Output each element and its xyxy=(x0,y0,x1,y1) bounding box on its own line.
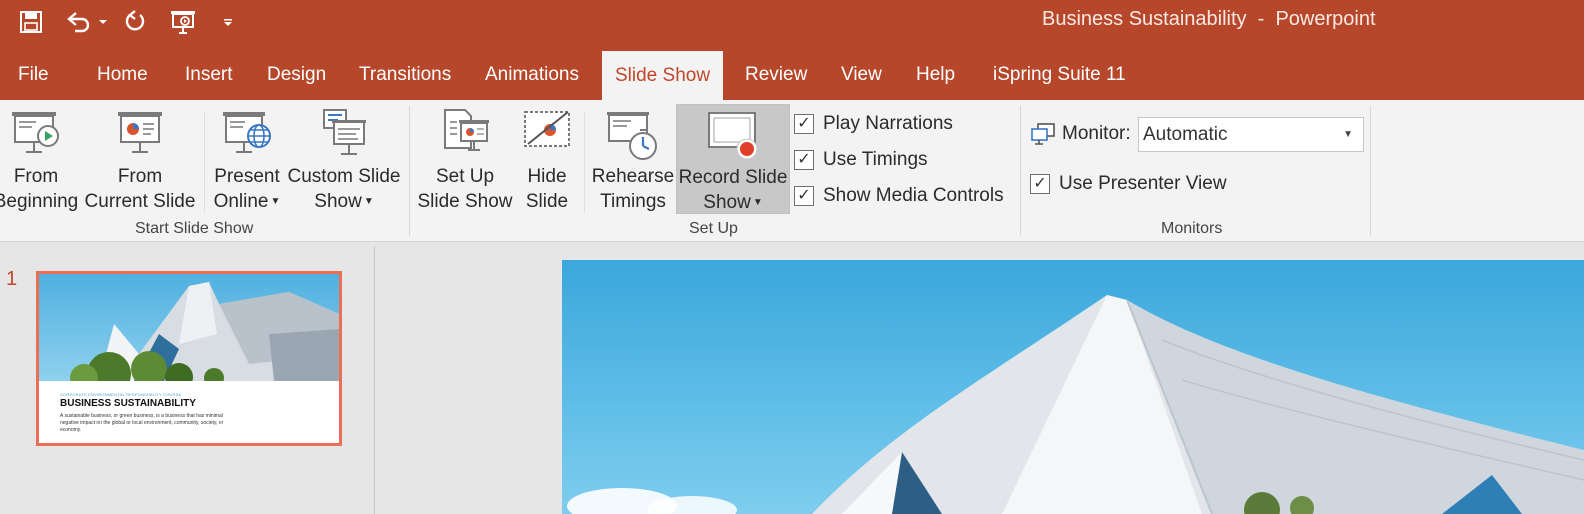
slide-thumbnail-title: BUSINESS SUSTAINABILITY xyxy=(60,398,196,409)
slide-editor-canvas[interactable] xyxy=(562,260,1584,514)
group-separator xyxy=(1370,106,1371,236)
monitor-label: Monitor: xyxy=(1062,123,1131,144)
checkbox-checked-icon: ✓ xyxy=(794,186,814,206)
tab-home[interactable]: Home xyxy=(84,50,161,100)
start-from-beginning-qat-button[interactable] xyxy=(166,0,200,44)
monitor-label-wrapper: Monitor: xyxy=(1030,122,1131,146)
from-beginning-label-1: From xyxy=(13,166,59,187)
group-separator xyxy=(1020,106,1021,236)
tab-help[interactable]: Help xyxy=(903,50,968,100)
use-presenter-view-checkbox[interactable]: ✓ Use Presenter View xyxy=(1030,173,1227,195)
from-current-slide-icon xyxy=(118,112,162,153)
undo-dropdown-icon xyxy=(99,20,107,24)
group-separator xyxy=(409,106,410,236)
chevron-down-icon: ▼ xyxy=(363,196,374,208)
present-online-icon xyxy=(223,112,271,153)
undo-button[interactable] xyxy=(62,0,96,44)
from-current-label-1: From xyxy=(117,166,163,187)
undo-dropdown-button[interactable] xyxy=(96,0,110,44)
separator xyxy=(204,112,205,212)
show-media-controls-checkbox[interactable]: ✓ Show Media Controls xyxy=(794,185,1004,207)
present-online-label-1: Present xyxy=(214,166,280,187)
set-up-slide-show-button[interactable]: Set Up Slide Show xyxy=(414,104,516,214)
group-label-set-up: Set Up xyxy=(689,220,738,237)
tab-file[interactable]: File xyxy=(5,50,62,100)
chevron-down-icon: ▼ xyxy=(1343,129,1353,140)
set-up-slide-show-label-1: Set Up xyxy=(435,166,495,187)
tab-design[interactable]: Design xyxy=(254,50,339,100)
slide-number: 1 xyxy=(6,268,18,290)
tab-slide-show[interactable]: Slide Show xyxy=(602,51,724,100)
group-label-monitors: Monitors xyxy=(1161,220,1223,237)
from-current-label-2: Current Slide xyxy=(84,191,196,212)
tab-animations[interactable]: Animations xyxy=(472,50,592,100)
present-online-button[interactable]: Present Online ▼ xyxy=(210,104,284,214)
monitor-icon xyxy=(1031,123,1055,145)
play-narrations-label: Play Narrations xyxy=(823,113,953,134)
undo-icon xyxy=(67,12,90,33)
pane-divider[interactable] xyxy=(374,246,375,514)
tab-review[interactable]: Review xyxy=(732,50,820,100)
use-timings-label: Use Timings xyxy=(823,149,928,170)
customize-qat-icon xyxy=(224,19,232,26)
hide-slide-label-1: Hide xyxy=(527,166,567,187)
group-label-start-slide-show: Start Slide Show xyxy=(135,220,254,237)
play-narrations-checkbox[interactable]: ✓ Play Narrations xyxy=(794,113,953,135)
from-beginning-label-2: Beginning xyxy=(0,191,79,212)
record-slide-show-button[interactable]: Record Slide Show ▼ xyxy=(676,104,790,214)
tab-view[interactable]: View xyxy=(828,50,895,100)
hide-slide-icon xyxy=(524,111,570,147)
slide-thumbnail-1[interactable]: CORPORATE ENVIRONMENTAL RESPONSIBILITY C… xyxy=(36,271,342,446)
rehearse-timings-icon xyxy=(607,112,657,160)
customize-qat-button[interactable] xyxy=(218,0,238,44)
record-slide-show-icon xyxy=(708,112,758,160)
checkbox-checked-icon: ✓ xyxy=(794,150,814,170)
hide-slide-button[interactable]: Hide Slide xyxy=(517,104,577,214)
use-timings-checkbox[interactable]: ✓ Use Timings xyxy=(794,149,928,171)
custom-slide-show-label-1: Custom Slide xyxy=(287,166,401,187)
monitor-select-value: Automatic xyxy=(1143,124,1228,145)
checkbox-checked-icon: ✓ xyxy=(1030,174,1050,194)
save-icon xyxy=(20,11,42,33)
start-from-beginning-icon xyxy=(171,11,195,34)
tab-ispring-suite[interactable]: iSpring Suite 11 xyxy=(980,50,1139,100)
title-bar: Business Sustainability - Powerpoint xyxy=(0,0,1584,50)
slide-thumbnail-tagline: CORPORATE ENVIRONMENTAL RESPONSIBILITY C… xyxy=(60,392,182,397)
rehearse-timings-button[interactable]: Rehearse Timings xyxy=(590,104,676,214)
show-media-controls-label: Show Media Controls xyxy=(823,185,1004,206)
set-up-slide-show-icon xyxy=(444,109,489,151)
redo-icon xyxy=(125,10,145,31)
window-title: Business Sustainability - Powerpoint xyxy=(1042,8,1376,30)
slide-thumbnail-description: A sustainable business, or green busines… xyxy=(60,413,224,433)
custom-slide-show-button[interactable]: Custom Slide Show ▼ xyxy=(286,104,402,214)
save-button[interactable] xyxy=(14,0,48,44)
chevron-down-icon: ▼ xyxy=(270,196,281,208)
custom-slide-show-label-2: Show xyxy=(314,191,362,212)
present-online-label-2: Online xyxy=(213,191,269,212)
rehearse-timings-label-2: Timings xyxy=(600,191,666,212)
slide-thumbnail-image xyxy=(39,274,339,381)
ribbon-tabs: File Home Insert Design Transitions Anim… xyxy=(0,50,1584,100)
redo-button[interactable] xyxy=(118,0,152,44)
tab-insert[interactable]: Insert xyxy=(172,50,246,100)
set-up-slide-show-label-2: Slide Show xyxy=(417,191,513,212)
hide-slide-label-2: Slide xyxy=(525,191,569,212)
building-image xyxy=(567,295,1584,514)
ribbon: From Beginning From Current Slide Present O… xyxy=(0,100,1584,242)
building-image xyxy=(70,282,339,381)
checkbox-checked-icon: ✓ xyxy=(794,114,814,134)
record-slide-show-label-2: Show xyxy=(703,192,751,213)
record-slide-show-label-1: Record Slide xyxy=(678,167,788,188)
from-beginning-icon xyxy=(12,112,59,153)
tab-transitions[interactable]: Transitions xyxy=(346,50,464,100)
use-presenter-view-label: Use Presenter View xyxy=(1059,173,1227,194)
chevron-down-icon: ▼ xyxy=(752,197,763,209)
from-beginning-button[interactable]: From Beginning xyxy=(0,104,82,214)
separator xyxy=(584,112,585,212)
from-current-slide-button[interactable]: From Current Slide xyxy=(84,104,196,214)
rehearse-timings-label-1: Rehearse xyxy=(591,166,675,187)
monitor-select[interactable]: Automatic ▼ xyxy=(1138,117,1364,152)
custom-slide-show-icon xyxy=(323,109,366,155)
